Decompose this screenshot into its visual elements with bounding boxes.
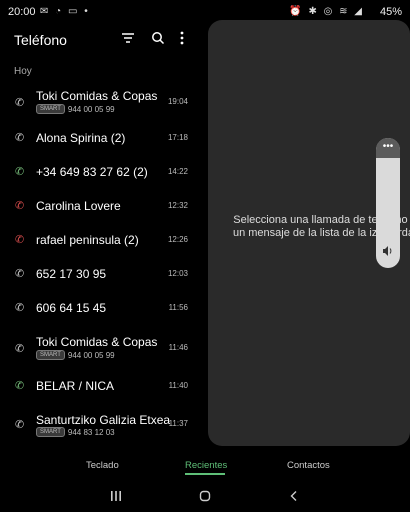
battery-level: 45% bbox=[379, 6, 402, 18]
app-bar: Teléfono bbox=[0, 26, 200, 54]
call-time: 11:46 bbox=[168, 343, 188, 352]
smart-badge: SMART bbox=[36, 350, 65, 360]
volume-more-button[interactable]: ••• bbox=[376, 138, 400, 158]
call-time: 19:04 bbox=[167, 97, 188, 106]
incoming-call-icon: ✆ bbox=[15, 302, 25, 314]
call-time: 17:18 bbox=[167, 133, 188, 142]
incoming-call-icon: ✆ bbox=[15, 343, 25, 355]
call-name: 652 17 30 95 bbox=[36, 267, 107, 281]
missed-call-icon: ✆ bbox=[15, 200, 25, 212]
call-name: 606 64 15 45 bbox=[36, 301, 107, 315]
call-time: 12:26 bbox=[167, 235, 188, 244]
call-subline: SMART 944 83 12 03 bbox=[36, 427, 115, 437]
search-icon[interactable] bbox=[148, 28, 168, 48]
call-time: 14:22 bbox=[167, 167, 188, 176]
system-status-icons: ⏰ ✱ ◎ ≋ ◢ bbox=[289, 6, 364, 17]
notification-icons: ✉ ◔ ▭ • bbox=[40, 6, 90, 17]
smart-badge: SMART bbox=[36, 104, 65, 114]
call-name: rafael peninsula (2) bbox=[36, 233, 139, 247]
tab-recents[interactable]: Recientes bbox=[185, 460, 227, 471]
call-row[interactable]: ✆ 652 17 30 95 12:03 bbox=[0, 258, 200, 292]
incoming-call-icon: ✆ bbox=[15, 419, 25, 431]
call-name: Toki Comidas & Copas bbox=[36, 335, 158, 349]
speaker-icon[interactable] bbox=[376, 245, 400, 260]
missed-call-icon: ✆ bbox=[15, 234, 25, 246]
call-name: Carolina Lovere bbox=[36, 199, 121, 213]
status-time: 20:00 bbox=[8, 6, 36, 18]
call-number: 944 83 12 03 bbox=[67, 427, 115, 437]
incoming-call-icon: ✆ bbox=[15, 268, 25, 280]
active-tab-indicator bbox=[185, 473, 225, 475]
tab-keypad[interactable]: Teclado bbox=[86, 460, 119, 471]
call-name: Toki Comidas & Copas bbox=[36, 89, 158, 103]
call-row[interactable]: ✆ rafael peninsula (2) 12:26 bbox=[0, 224, 200, 258]
call-time: 12:03 bbox=[167, 269, 188, 278]
call-subline: SMART 944 00 05 99 bbox=[36, 104, 115, 114]
more-options-icon[interactable] bbox=[172, 28, 192, 48]
call-time: 11:40 bbox=[168, 381, 188, 390]
call-time: 11:37 bbox=[168, 419, 188, 428]
call-row[interactable]: ✆ Toki Comidas & Copas SMART 944 00 05 9… bbox=[0, 334, 200, 368]
call-row[interactable]: ✆ Alona Spirina (2) 17:18 bbox=[0, 122, 200, 156]
outgoing-call-icon: ✆ bbox=[15, 380, 25, 392]
call-subline: SMART 944 00 05 99 bbox=[36, 350, 115, 360]
call-row[interactable]: ✆ BELAR / NICA 11:40 bbox=[0, 376, 200, 410]
recent-apps-icon[interactable] bbox=[106, 488, 126, 504]
call-number: 944 00 05 99 bbox=[67, 350, 115, 360]
call-name: BELAR / NICA bbox=[36, 379, 115, 393]
call-name: +34 649 83 27 62 (2) bbox=[36, 165, 148, 179]
call-row[interactable]: ✆ Toki Comidas & Copas SMART 944 00 05 9… bbox=[0, 88, 200, 122]
system-nav-bar bbox=[0, 480, 410, 512]
filter-icon[interactable] bbox=[118, 28, 138, 48]
section-header-today: Hoy bbox=[14, 66, 32, 77]
bottom-tab-bar: Teclado Recientes Contactos bbox=[0, 452, 410, 478]
volume-slider[interactable]: ••• bbox=[376, 138, 400, 268]
call-name: Alona Spirina (2) bbox=[36, 131, 126, 145]
app-title: Teléfono bbox=[14, 32, 67, 48]
call-time: 12:32 bbox=[167, 201, 188, 210]
call-row[interactable]: ✆ Santurtziko Galizia Etxea SMART 944 83… bbox=[0, 412, 200, 446]
call-row[interactable]: ✆ 606 64 15 45 11:56 bbox=[0, 292, 200, 326]
call-name: Santurtziko Galizia Etxea bbox=[36, 413, 171, 427]
back-icon[interactable] bbox=[284, 488, 304, 504]
tab-contacts[interactable]: Contactos bbox=[287, 460, 330, 471]
incoming-call-icon: ✆ bbox=[15, 132, 25, 144]
incoming-call-icon: ✆ bbox=[15, 97, 25, 109]
smart-badge: SMART bbox=[36, 427, 65, 437]
call-row[interactable]: ✆ Carolina Lovere 12:32 bbox=[0, 190, 200, 224]
call-time: 11:56 bbox=[168, 303, 188, 312]
outgoing-call-icon: ✆ bbox=[15, 166, 25, 178]
call-row[interactable]: ✆ +34 649 83 27 62 (2) 14:22 bbox=[0, 156, 200, 190]
call-number: 944 00 05 99 bbox=[67, 104, 115, 114]
home-icon[interactable] bbox=[195, 488, 215, 504]
